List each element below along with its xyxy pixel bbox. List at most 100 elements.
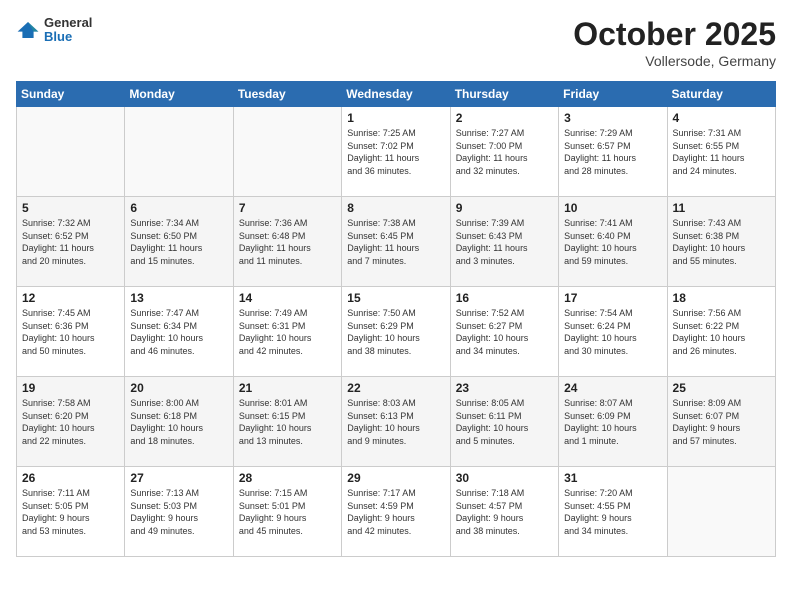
calendar-cell: 15 Sunrise: 7:50 AM Sunset: 6:29 PM Dayli… (342, 287, 450, 377)
day-number: 14 (239, 291, 336, 305)
calendar-cell: 22 Sunrise: 8:03 AM Sunset: 6:13 PM Dayli… (342, 377, 450, 467)
day-number: 10 (564, 201, 661, 215)
calendar-cell: 16Sunrise: 7:52 AM Sunset: 6:27 PM Dayli… (450, 287, 558, 377)
calendar-cell: 28Sunrise: 7:15 AM Sunset: 5:01 PM Dayli… (233, 467, 341, 557)
day-number: 19 (22, 381, 119, 395)
day-info: Sunrise: 7:13 AM Sunset: 5:03 PM Dayligh… (130, 487, 227, 537)
day-number: 27 (130, 471, 227, 485)
calendar-cell: 8Sunrise: 7:38 AM Sunset: 6:45 PM Daylig… (342, 197, 450, 287)
calendar-cell: 24 Sunrise: 8:07 AM Sunset: 6:09 PM Dayli… (559, 377, 667, 467)
calendar-cell: 26 Sunrise: 7:11 AM Sunset: 5:05 PM Dayli… (17, 467, 125, 557)
day-info: Sunrise: 8:09 AM Sunset: 6:07 PM Dayligh… (673, 397, 770, 447)
day-number: 11 (673, 201, 770, 215)
day-info: Sunrise: 7:25 AM Sunset: 7:02 PM Dayligh… (347, 127, 444, 177)
calendar-cell: 10 Sunrise: 7:41 AM Sunset: 6:40 PM Dayli… (559, 197, 667, 287)
day-number: 8 (347, 201, 444, 215)
calendar-cell: 11 Sunrise: 7:43 AM Sunset: 6:38 PM Dayli… (667, 197, 775, 287)
day-number: 6 (130, 201, 227, 215)
day-info: Sunrise: 7:31 AM Sunset: 6:55 PM Dayligh… (673, 127, 770, 177)
calendar-cell: 23 Sunrise: 8:05 AM Sunset: 6:11 PM Dayli… (450, 377, 558, 467)
day-info: Sunrise: 7:17 AM Sunset: 4:59 PM Dayligh… (347, 487, 444, 537)
day-number: 9 (456, 201, 553, 215)
day-number: 23 (456, 381, 553, 395)
weekday-header: Friday (559, 82, 667, 107)
day-number: 13 (130, 291, 227, 305)
day-number: 17 (564, 291, 661, 305)
day-info: Sunrise: 7:45 AM Sunset: 6:36 PM Dayligh… (22, 307, 119, 357)
day-info: Sunrise: 8:03 AM Sunset: 6:13 PM Dayligh… (347, 397, 444, 447)
day-info: Sunrise: 7:58 AM Sunset: 6:20 PM Dayligh… (22, 397, 119, 447)
day-info: Sunrise: 7:50 AM Sunset: 6:29 PM Dayligh… (347, 307, 444, 357)
title-block: October 2025 Vollersode, Germany (573, 16, 776, 69)
weekday-header: Tuesday (233, 82, 341, 107)
day-info: Sunrise: 7:47 AM Sunset: 6:34 PM Dayligh… (130, 307, 227, 357)
calendar-week-row: 12Sunrise: 7:45 AM Sunset: 6:36 PM Dayli… (17, 287, 776, 377)
day-number: 18 (673, 291, 770, 305)
weekday-header: Monday (125, 82, 233, 107)
day-number: 30 (456, 471, 553, 485)
day-info: Sunrise: 7:11 AM Sunset: 5:05 PM Dayligh… (22, 487, 119, 537)
day-number: 3 (564, 111, 661, 125)
calendar-cell: 3 Sunrise: 7:29 AM Sunset: 6:57 PM Daylig… (559, 107, 667, 197)
day-number: 1 (347, 111, 444, 125)
day-info: Sunrise: 7:15 AM Sunset: 5:01 PM Dayligh… (239, 487, 336, 537)
day-info: Sunrise: 7:29 AM Sunset: 6:57 PM Dayligh… (564, 127, 661, 177)
day-number: 24 (564, 381, 661, 395)
calendar-cell: 18 Sunrise: 7:56 AM Sunset: 6:22 PM Dayli… (667, 287, 775, 377)
day-number: 4 (673, 111, 770, 125)
day-info: Sunrise: 7:56 AM Sunset: 6:22 PM Dayligh… (673, 307, 770, 357)
day-number: 31 (564, 471, 661, 485)
day-number: 29 (347, 471, 444, 485)
calendar-cell: 6 Sunrise: 7:34 AM Sunset: 6:50 PM Daylig… (125, 197, 233, 287)
logo-icon (16, 20, 40, 40)
day-info: Sunrise: 7:32 AM Sunset: 6:52 PM Dayligh… (22, 217, 119, 267)
weekday-header: Thursday (450, 82, 558, 107)
calendar-cell: 25 Sunrise: 8:09 AM Sunset: 6:07 PM Dayli… (667, 377, 775, 467)
day-info: Sunrise: 7:27 AM Sunset: 7:00 PM Dayligh… (456, 127, 553, 177)
calendar-cell: 17 Sunrise: 7:54 AM Sunset: 6:24 PM Dayli… (559, 287, 667, 377)
page-header: General Blue October 2025 Vollersode, Ge… (16, 16, 776, 69)
day-number: 16 (456, 291, 553, 305)
day-info: Sunrise: 7:49 AM Sunset: 6:31 PM Dayligh… (239, 307, 336, 357)
day-info: Sunrise: 7:18 AM Sunset: 4:57 PM Dayligh… (456, 487, 553, 537)
calendar-cell: 7Sunrise: 7:36 AM Sunset: 6:48 PM Daylig… (233, 197, 341, 287)
day-number: 22 (347, 381, 444, 395)
calendar-table: SundayMondayTuesdayWednesdayThursdayFrid… (16, 81, 776, 557)
calendar-week-row: 5 Sunrise: 7:32 AM Sunset: 6:52 PM Daylig… (17, 197, 776, 287)
calendar-cell (233, 107, 341, 197)
day-info: Sunrise: 8:05 AM Sunset: 6:11 PM Dayligh… (456, 397, 553, 447)
day-info: Sunrise: 7:34 AM Sunset: 6:50 PM Dayligh… (130, 217, 227, 267)
weekday-header-row: SundayMondayTuesdayWednesdayThursdayFrid… (17, 82, 776, 107)
day-number: 21 (239, 381, 336, 395)
calendar-week-row: 1 Sunrise: 7:25 AM Sunset: 7:02 PM Daylig… (17, 107, 776, 197)
day-number: 15 (347, 291, 444, 305)
calendar-cell: 9 Sunrise: 7:39 AM Sunset: 6:43 PM Daylig… (450, 197, 558, 287)
day-info: Sunrise: 8:07 AM Sunset: 6:09 PM Dayligh… (564, 397, 661, 447)
calendar-cell: 2Sunrise: 7:27 AM Sunset: 7:00 PM Daylig… (450, 107, 558, 197)
calendar-cell: 30 Sunrise: 7:18 AM Sunset: 4:57 PM Dayli… (450, 467, 558, 557)
day-number: 5 (22, 201, 119, 215)
day-info: Sunrise: 7:41 AM Sunset: 6:40 PM Dayligh… (564, 217, 661, 267)
day-number: 25 (673, 381, 770, 395)
calendar-week-row: 26 Sunrise: 7:11 AM Sunset: 5:05 PM Dayli… (17, 467, 776, 557)
calendar-cell (667, 467, 775, 557)
weekday-header: Wednesday (342, 82, 450, 107)
calendar-cell: 19 Sunrise: 7:58 AM Sunset: 6:20 PM Dayli… (17, 377, 125, 467)
logo: General Blue (16, 16, 92, 45)
day-info: Sunrise: 7:43 AM Sunset: 6:38 PM Dayligh… (673, 217, 770, 267)
calendar-week-row: 19 Sunrise: 7:58 AM Sunset: 6:20 PM Dayli… (17, 377, 776, 467)
logo-blue: Blue (44, 30, 92, 44)
calendar-cell: 1 Sunrise: 7:25 AM Sunset: 7:02 PM Daylig… (342, 107, 450, 197)
weekday-header: Sunday (17, 82, 125, 107)
calendar-cell: 12Sunrise: 7:45 AM Sunset: 6:36 PM Dayli… (17, 287, 125, 377)
calendar-cell: 29 Sunrise: 7:17 AM Sunset: 4:59 PM Dayli… (342, 467, 450, 557)
day-info: Sunrise: 7:39 AM Sunset: 6:43 PM Dayligh… (456, 217, 553, 267)
logo-general: General (44, 16, 92, 30)
calendar-cell: 14 Sunrise: 7:49 AM Sunset: 6:31 PM Dayli… (233, 287, 341, 377)
day-info: Sunrise: 7:54 AM Sunset: 6:24 PM Dayligh… (564, 307, 661, 357)
day-number: 26 (22, 471, 119, 485)
month-title: October 2025 (573, 16, 776, 53)
day-info: Sunrise: 7:20 AM Sunset: 4:55 PM Dayligh… (564, 487, 661, 537)
calendar-cell: 21Sunrise: 8:01 AM Sunset: 6:15 PM Dayli… (233, 377, 341, 467)
calendar-cell: 31 Sunrise: 7:20 AM Sunset: 4:55 PM Dayli… (559, 467, 667, 557)
